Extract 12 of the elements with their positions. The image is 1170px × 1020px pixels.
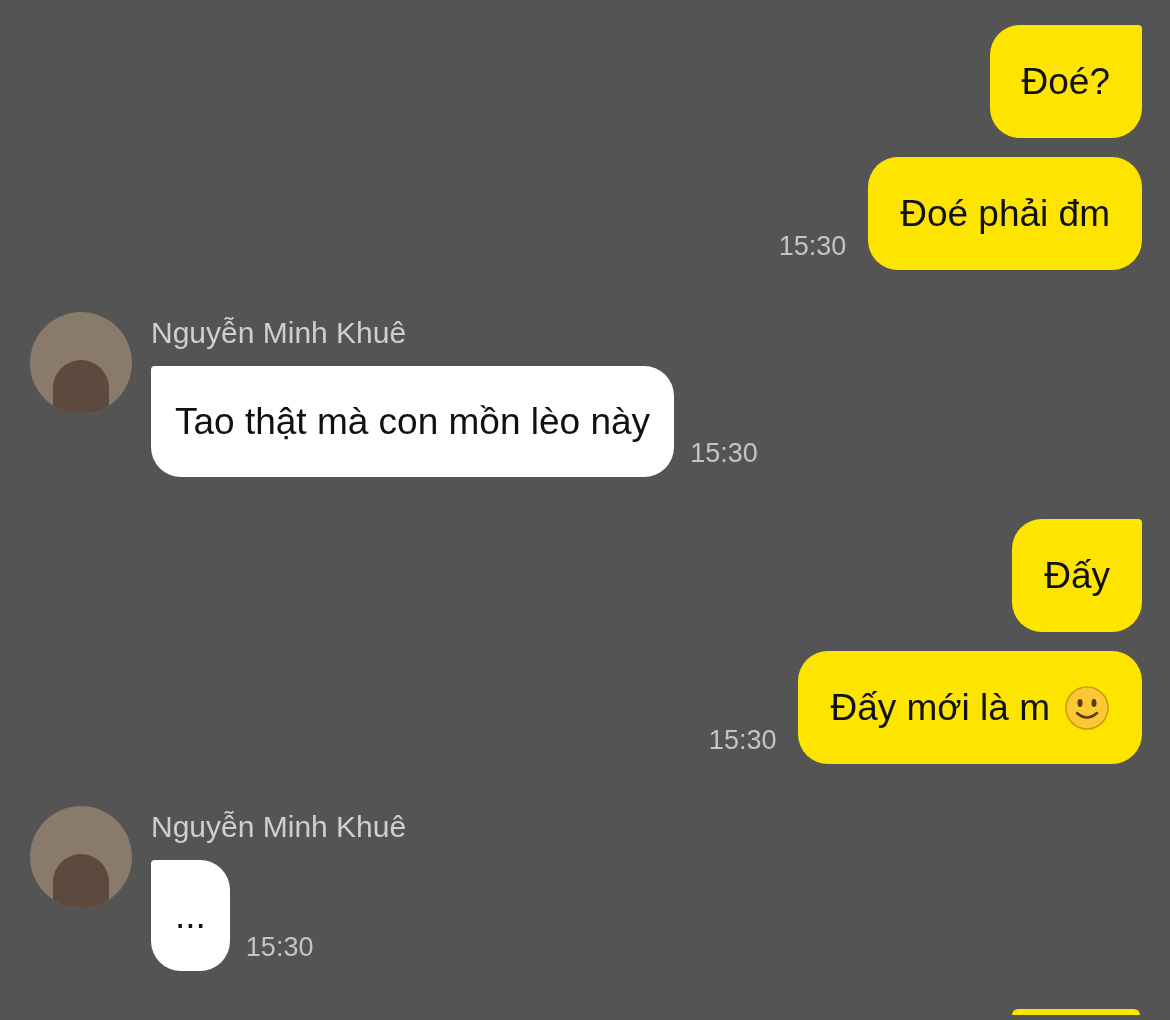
message-text: Tao thật mà con mồn lèo này <box>175 399 651 444</box>
timestamp: 15:30 <box>690 440 758 467</box>
sender-name: Nguyễn Minh Khuê <box>151 812 407 845</box>
timestamp: 15:30 <box>778 233 847 260</box>
timestamp: 15:30 <box>708 727 777 754</box>
message-text: Đấy <box>1044 553 1110 598</box>
message-text: Đoé? <box>1021 59 1110 104</box>
message-text: Đấy mới là m <box>830 685 1050 730</box>
message-text: ... <box>175 893 206 938</box>
timestamp: 15:30 <box>245 934 314 961</box>
sender-name: Nguyễn Minh Khuê <box>151 318 408 351</box>
message-text: Đoé phải đm <box>900 191 1110 236</box>
